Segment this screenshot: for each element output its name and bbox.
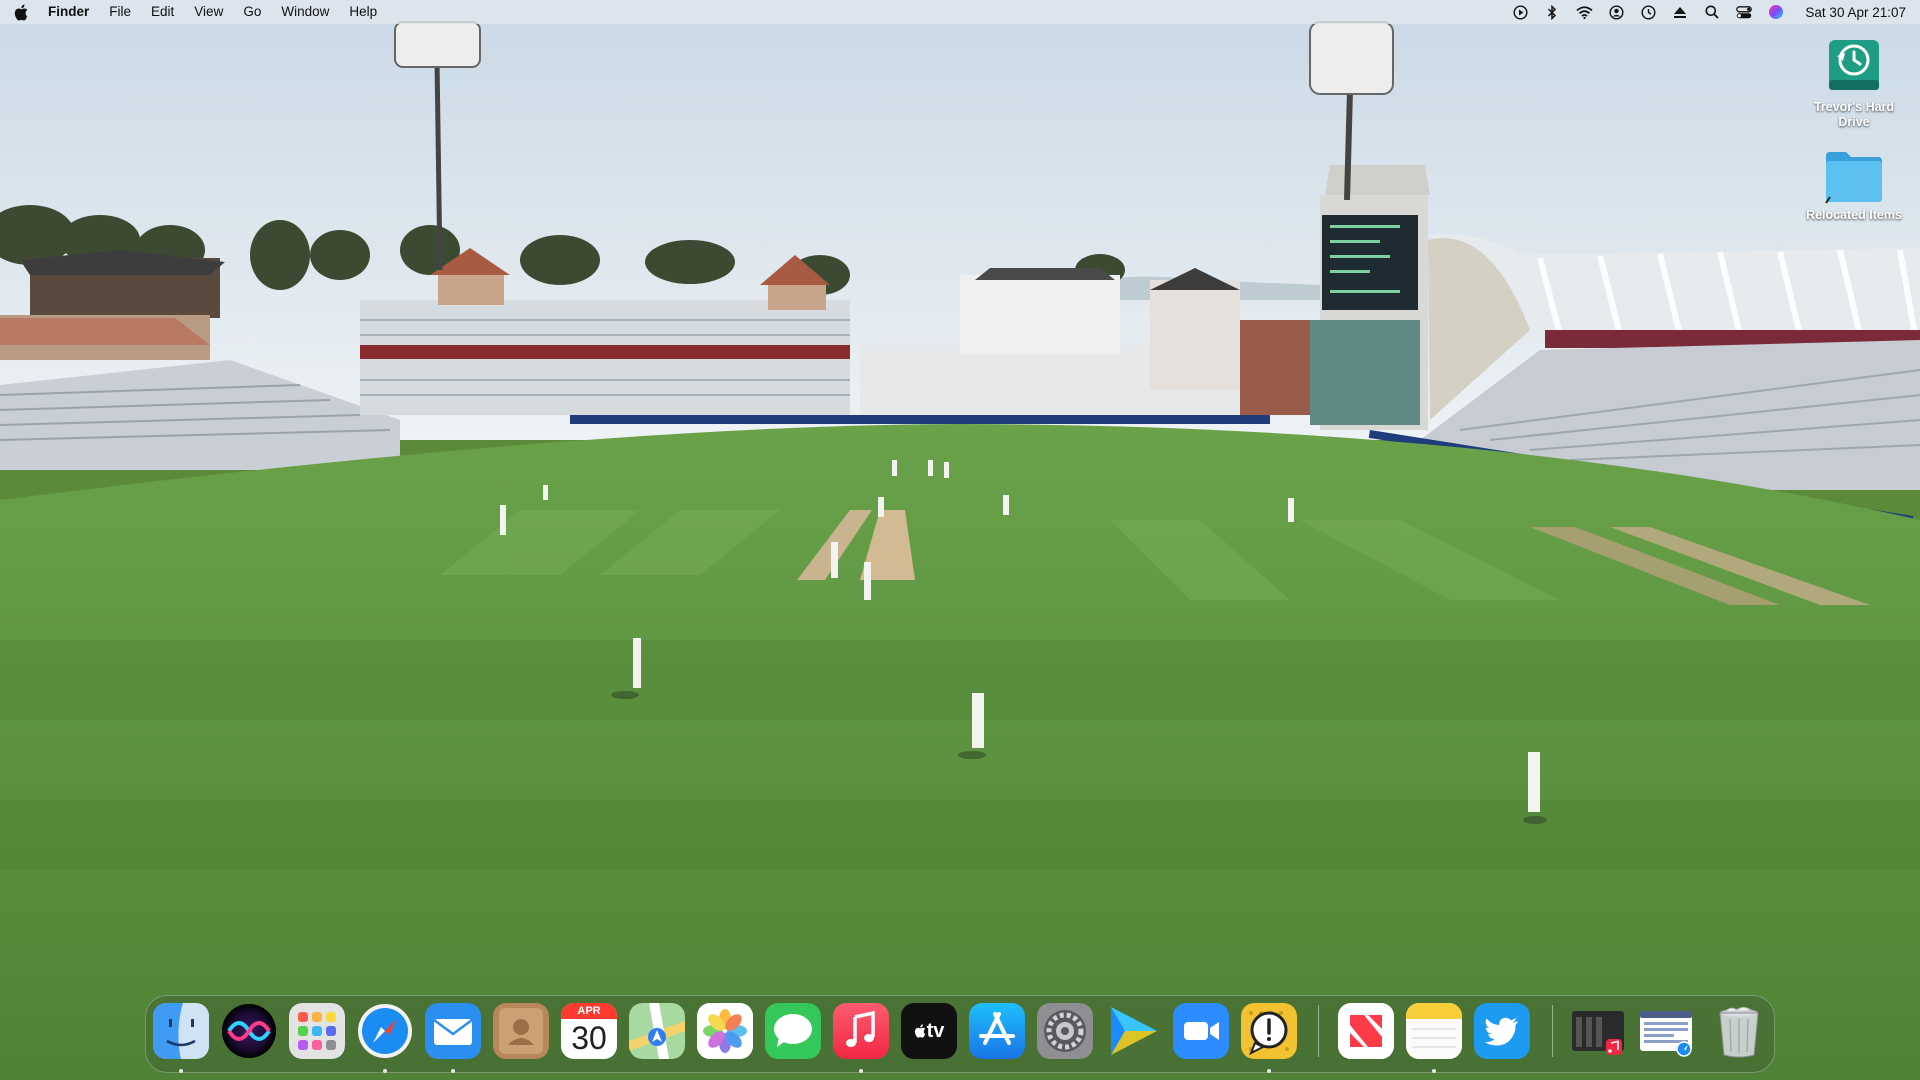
mail-icon (425, 1003, 481, 1059)
dock-twitter[interactable] (1474, 1003, 1530, 1059)
spotlight-search-icon[interactable] (1703, 3, 1721, 21)
console-icon (1241, 1003, 1297, 1059)
running-indicator (179, 1069, 183, 1073)
messages-icon (765, 1003, 821, 1059)
menu-bar: Finder File Edit View Go Window Help Sat… (0, 0, 1920, 24)
desktop-icon-relocated-items[interactable]: Relocated Items (1799, 148, 1909, 223)
dock-launchpad[interactable] (289, 1003, 345, 1059)
dock-notes[interactable] (1406, 1003, 1462, 1059)
siri-icon (222, 1004, 276, 1058)
dock-calendar[interactable]: APR 30 (561, 1003, 617, 1059)
system-preferences-icon (1037, 1003, 1093, 1059)
dock-console[interactable] (1241, 1003, 1297, 1059)
minimized-window-safari-icon (1640, 1011, 1692, 1057)
dock-siri[interactable] (221, 1003, 277, 1059)
menu-help[interactable]: Help (339, 0, 387, 24)
folder-icon (1822, 148, 1886, 204)
running-indicator (383, 1069, 387, 1073)
running-indicator (859, 1069, 863, 1073)
siri-icon[interactable] (1767, 3, 1785, 21)
minimized-window-music-icon (1572, 1011, 1624, 1055)
dock-trash[interactable] (1711, 1003, 1767, 1059)
dock-system-preferences[interactable] (1037, 1003, 1093, 1059)
photos-icon (697, 1003, 753, 1059)
running-indicator (1432, 1069, 1436, 1073)
running-indicator (1267, 1069, 1271, 1073)
menu-view[interactable]: View (184, 0, 233, 24)
desktop-icon-label: Trevor's Hard Drive (1813, 100, 1895, 129)
trash-icon (1719, 1007, 1759, 1058)
dock-minimized-music-window[interactable] (1570, 1003, 1626, 1059)
time-machine-icon[interactable] (1639, 3, 1657, 21)
music-icon (833, 1003, 889, 1059)
contacts-icon (493, 1003, 549, 1059)
twitter-icon (1474, 1003, 1530, 1059)
dock-apple-tv[interactable]: tv (901, 1003, 957, 1059)
menu-edit[interactable]: Edit (141, 0, 184, 24)
safari-icon (358, 1004, 412, 1058)
dock-minimized-safari-window[interactable] (1638, 1003, 1694, 1059)
desktop-icon-hard-drive[interactable]: Trevor's Hard Drive (1799, 34, 1909, 130)
dock-infuse[interactable] (1105, 1003, 1161, 1059)
bluetooth-icon[interactable] (1543, 3, 1561, 21)
control-center-icon[interactable] (1735, 3, 1753, 21)
dock-safari[interactable] (357, 1003, 413, 1059)
running-indicator (451, 1069, 455, 1073)
calendar-day: 30 (571, 1020, 607, 1056)
dock-messages[interactable] (765, 1003, 821, 1059)
infuse-play-icon (1111, 1007, 1157, 1055)
menu-app-name[interactable]: Finder (48, 0, 99, 24)
dock-music[interactable] (833, 1003, 889, 1059)
menu-bar-clock[interactable]: Sat 30 Apr 21:07 (1805, 5, 1906, 20)
dock-maps[interactable] (629, 1003, 685, 1059)
dock-photos[interactable] (697, 1003, 753, 1059)
dock-zoom[interactable] (1173, 1003, 1229, 1059)
dock-app-store[interactable] (969, 1003, 1025, 1059)
desktop-wallpaper (0, 0, 1920, 1080)
calendar-month: APR (561, 1003, 617, 1019)
dock-mail[interactable] (425, 1003, 481, 1059)
time-machine-drive-icon (1823, 34, 1885, 96)
dock-finder[interactable] (153, 1003, 209, 1059)
wifi-icon[interactable] (1575, 3, 1593, 21)
finder-icon (153, 1003, 209, 1059)
maps-icon (629, 1003, 685, 1059)
dock-news[interactable] (1338, 1003, 1394, 1059)
news-icon (1338, 1003, 1394, 1059)
app-store-icon (969, 1003, 1025, 1059)
menu-file[interactable]: File (99, 0, 141, 24)
menu-window[interactable]: Window (271, 0, 339, 24)
apple-menu-icon[interactable] (14, 3, 30, 21)
dock-separator (1318, 1005, 1319, 1057)
menu-go[interactable]: Go (233, 0, 271, 24)
desktop-icon-label: Relocated Items (1806, 208, 1902, 222)
zoom-icon (1173, 1003, 1229, 1059)
launchpad-icon (289, 1003, 345, 1059)
apple-tv-label: tv (926, 1019, 945, 1042)
calendar-icon: APR 30 (561, 1003, 617, 1059)
user-icon[interactable] (1607, 3, 1625, 21)
eject-icon[interactable] (1671, 3, 1689, 21)
dock-contacts[interactable] (493, 1003, 549, 1059)
dock-separator (1552, 1005, 1553, 1057)
notes-icon (1406, 1003, 1462, 1059)
play-icon[interactable] (1511, 3, 1529, 21)
apple-tv-icon: tv (901, 1003, 957, 1059)
